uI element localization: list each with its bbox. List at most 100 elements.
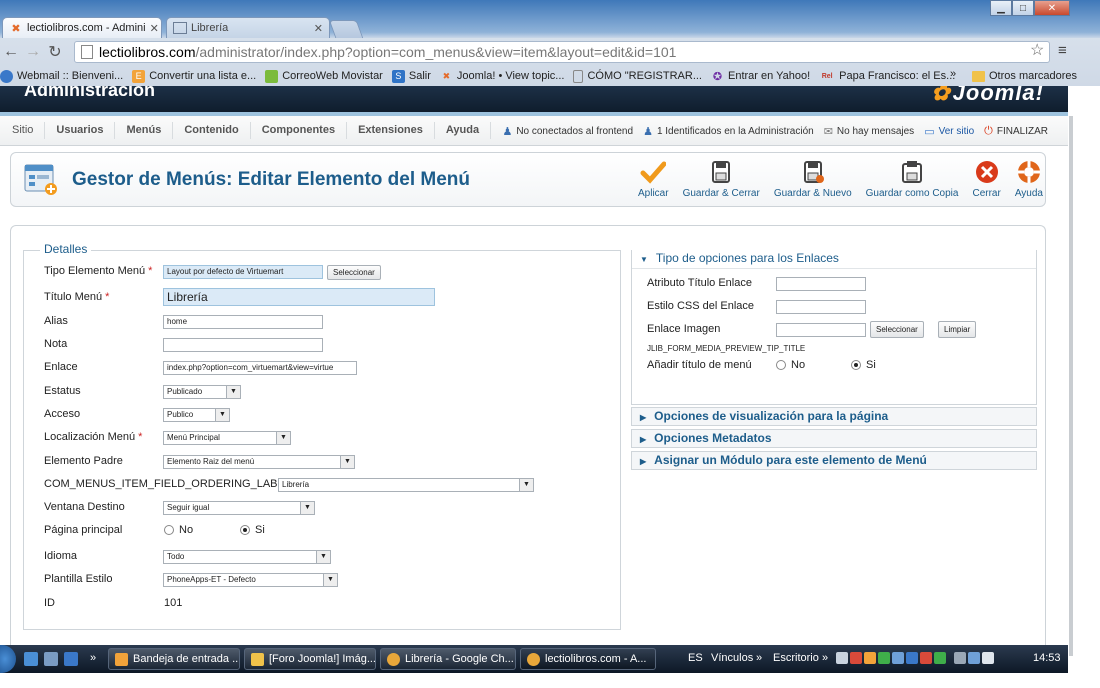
quicklaunch-icon[interactable] bbox=[44, 652, 58, 666]
help-button[interactable]: Ayuda bbox=[1015, 159, 1043, 199]
parent-item-select[interactable]: Elemento Raiz del menú ▼ bbox=[163, 455, 355, 469]
template-style-select[interactable]: PhoneApps-ET - Defecto ▼ bbox=[163, 573, 338, 587]
menu-contenido[interactable]: Contenido bbox=[173, 122, 251, 139]
tray-icon[interactable] bbox=[920, 652, 932, 664]
note-input[interactable] bbox=[163, 338, 323, 352]
volume-icon[interactable] bbox=[982, 652, 994, 664]
taskbar-item[interactable]: Librería - Google Ch... bbox=[380, 648, 516, 670]
bookmark-item[interactable]: ✖ Joomla! • View topic... bbox=[440, 70, 565, 83]
bookmark-item[interactable]: E Convertir una lista e... bbox=[132, 69, 256, 83]
close-button[interactable]: Cerrar bbox=[972, 159, 1001, 199]
back-icon[interactable]: ← bbox=[0, 43, 22, 61]
select-image-button[interactable]: Seleccionar bbox=[870, 321, 924, 338]
menu-location-select[interactable]: Menú Principal ▼ bbox=[163, 431, 291, 445]
browser-menu-icon[interactable]: ≡ bbox=[1058, 42, 1067, 59]
page-scrollbar[interactable] bbox=[1068, 86, 1100, 688]
quicklaunch-icon[interactable] bbox=[64, 652, 78, 666]
link-image-input[interactable] bbox=[776, 323, 866, 337]
start-button[interactable] bbox=[0, 645, 16, 673]
taskbar-item-active[interactable]: lectiolibros.com - A... bbox=[520, 648, 656, 670]
alias-input[interactable]: home bbox=[163, 315, 323, 329]
desktop-toolbar[interactable]: Escritorio bbox=[773, 652, 819, 664]
links-toolbar[interactable]: Vínculos bbox=[711, 652, 753, 664]
menu-sitio[interactable]: Sitio bbox=[0, 122, 46, 139]
home-yes-radio[interactable]: Si bbox=[240, 524, 265, 536]
bookmark-item[interactable]: CorreoWeb Movistar bbox=[265, 69, 383, 83]
close-tab-icon[interactable]: ✕ bbox=[310, 22, 323, 35]
css-style-input[interactable] bbox=[776, 300, 866, 314]
menu-ayuda[interactable]: Ayuda bbox=[435, 122, 492, 139]
status-bar: ♟ No conectados al frontend ♟ 1 Identifica… bbox=[492, 116, 1048, 146]
title-attr-input[interactable] bbox=[776, 277, 866, 291]
new-tab-button[interactable] bbox=[328, 20, 364, 38]
taskbar-item[interactable]: Bandeja de entrada ... bbox=[108, 648, 240, 670]
language-select[interactable]: Todo ▼ bbox=[163, 550, 331, 564]
tray-icon[interactable] bbox=[954, 652, 966, 664]
language-indicator[interactable]: ES bbox=[688, 652, 703, 664]
access-select[interactable]: Publico ▼ bbox=[163, 408, 230, 422]
other-bookmarks[interactable]: Otros marcadores bbox=[972, 66, 1077, 86]
bookmark-item[interactable]: Rel Papa Francisco: el Es... bbox=[819, 70, 956, 83]
target-window-select[interactable]: Seguir igual ▼ bbox=[163, 501, 315, 515]
menu-componentes[interactable]: Componentes bbox=[251, 122, 348, 139]
bookmark-item[interactable]: CÓMO "REGISTRAR... bbox=[573, 69, 702, 83]
tray-icon[interactable] bbox=[836, 652, 848, 664]
media-preview-tip: JLIB_FORM_MEDIA_PREVIEW_TIP_TITLE bbox=[647, 344, 806, 353]
maximize-icon[interactable]: □ bbox=[1012, 0, 1034, 16]
links-more-icon[interactable]: » bbox=[756, 652, 762, 664]
chevron-down-icon: ▼ bbox=[276, 432, 290, 444]
tray-icon[interactable] bbox=[934, 652, 946, 664]
clear-image-button[interactable]: Limpiar bbox=[938, 321, 977, 338]
messages-status[interactable]: ✉ No hay mensajes bbox=[824, 125, 914, 138]
close-tab-icon[interactable]: ✕ bbox=[146, 22, 159, 35]
desktop-more-icon[interactable]: » bbox=[822, 652, 828, 664]
module-assignment-panel[interactable]: ▶ Asignar un Módulo para este elemento de… bbox=[631, 451, 1037, 470]
bookmark-item[interactable]: S Salir bbox=[391, 69, 431, 83]
bookmarks-more-icon[interactable]: » bbox=[950, 68, 956, 80]
bookmark-star-icon[interactable]: ☆ bbox=[1030, 40, 1044, 60]
status-select[interactable]: Publicado ▼ bbox=[163, 385, 241, 399]
add-title-no-radio[interactable]: No bbox=[776, 359, 805, 371]
tab-libreria[interactable]: Librería ✕ bbox=[166, 17, 330, 38]
link-options-heading[interactable]: ▼ Tipo de opciones para los Enlaces bbox=[632, 250, 1036, 269]
page-display-options-panel[interactable]: ▶ Opciones de visualización para la págin… bbox=[631, 407, 1037, 426]
id-label: ID bbox=[44, 597, 55, 609]
add-title-yes-radio[interactable]: Si bbox=[851, 359, 876, 371]
tray-icon[interactable] bbox=[906, 652, 918, 664]
select-type-button[interactable]: Seleccionar bbox=[327, 265, 381, 280]
bookmark-item[interactable]: ✪ Entrar en Yahoo! bbox=[711, 70, 810, 83]
menu-usuarios[interactable]: Usuarios bbox=[45, 122, 116, 139]
ordering-select[interactable]: Librería ▼ bbox=[278, 478, 534, 492]
logout-link[interactable]: ⏻ FINALIZAR bbox=[984, 125, 1048, 138]
save-new-button[interactable]: Guardar & Nuevo bbox=[774, 159, 852, 199]
save-copy-button[interactable]: Guardar como Copia bbox=[866, 159, 958, 199]
tray-icon[interactable] bbox=[892, 652, 904, 664]
minimize-icon[interactable]: ▁ bbox=[990, 0, 1012, 16]
triangle-right-icon: ▶ bbox=[640, 457, 647, 466]
tab-admin[interactable]: ✖ lectiolibros.com - Admini ✕ bbox=[2, 17, 162, 38]
clock[interactable]: 14:53 bbox=[1033, 652, 1061, 664]
tray-icon[interactable] bbox=[850, 652, 862, 664]
help-icon bbox=[1017, 161, 1040, 183]
metadata-options-panel[interactable]: ▶ Opciones Metadatos bbox=[631, 429, 1037, 448]
apply-button[interactable]: Aplicar bbox=[638, 159, 669, 199]
menu-title-input[interactable]: Librería bbox=[163, 288, 435, 306]
network-icon[interactable] bbox=[968, 652, 980, 664]
bookmark-icon: ✖ bbox=[442, 70, 451, 81]
details-legend: Detalles bbox=[40, 242, 92, 256]
bookmark-item[interactable]: Webmail :: Bienveni... bbox=[0, 69, 123, 83]
forward-icon[interactable]: → bbox=[22, 43, 44, 61]
tray-icon[interactable] bbox=[864, 652, 876, 664]
menu-extensiones[interactable]: Extensiones bbox=[347, 122, 435, 139]
menu-menus[interactable]: Menús bbox=[115, 122, 174, 139]
tray-icon[interactable] bbox=[878, 652, 890, 664]
home-no-radio[interactable]: No bbox=[164, 524, 193, 536]
url-input[interactable]: lectiolibros.com/administrator/index.php… bbox=[74, 41, 1050, 63]
quicklaunch-icon[interactable] bbox=[24, 652, 38, 666]
close-window-icon[interactable]: ✕ bbox=[1034, 0, 1070, 16]
save-close-button[interactable]: Guardar & Cerrar bbox=[683, 159, 760, 199]
view-site-link[interactable]: ▭ Ver sitio bbox=[924, 125, 974, 138]
reload-icon[interactable]: ↻ bbox=[44, 42, 66, 62]
quicklaunch-more-icon[interactable]: » bbox=[90, 652, 96, 664]
taskbar-item[interactable]: [Foro Joomla!] Imág... bbox=[244, 648, 376, 670]
